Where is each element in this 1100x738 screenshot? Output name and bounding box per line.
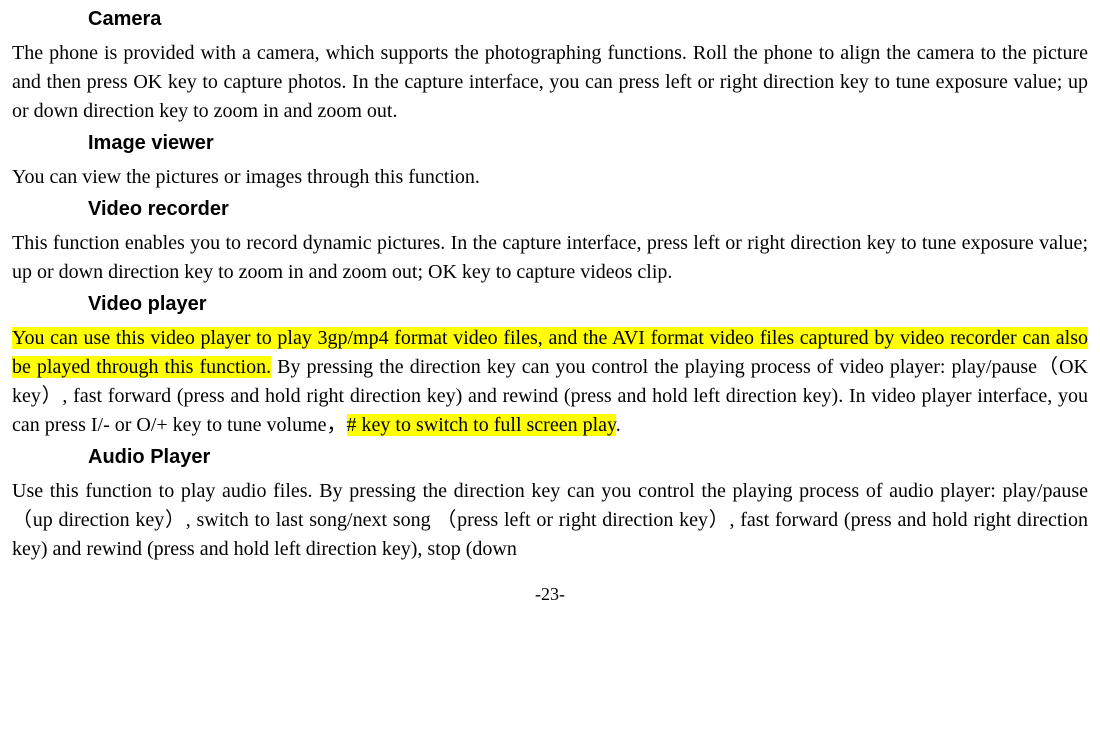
heading-video-player: Video player — [88, 293, 1088, 316]
para-image-viewer: You can view the pictures or images thro… — [12, 163, 1088, 192]
heading-audio-player: Audio Player — [88, 446, 1088, 469]
text-video-player-tail: . — [616, 414, 621, 436]
heading-video-recorder: Video recorder — [88, 198, 1088, 221]
heading-camera: Camera — [88, 8, 1088, 31]
para-camera: The phone is provided with a camera, whi… — [12, 39, 1088, 126]
highlight-video-player-2: # key to switch to full screen play — [347, 414, 616, 436]
para-video-recorder: This function enables you to record dyna… — [12, 229, 1088, 287]
heading-image-viewer: Image viewer — [88, 132, 1088, 155]
page-number: -23- — [12, 584, 1088, 605]
document-page: Camera The phone is provided with a came… — [0, 0, 1100, 615]
para-video-player: You can use this video player to play 3g… — [12, 324, 1088, 440]
para-audio-player: Use this function to play audio files. B… — [12, 477, 1088, 564]
